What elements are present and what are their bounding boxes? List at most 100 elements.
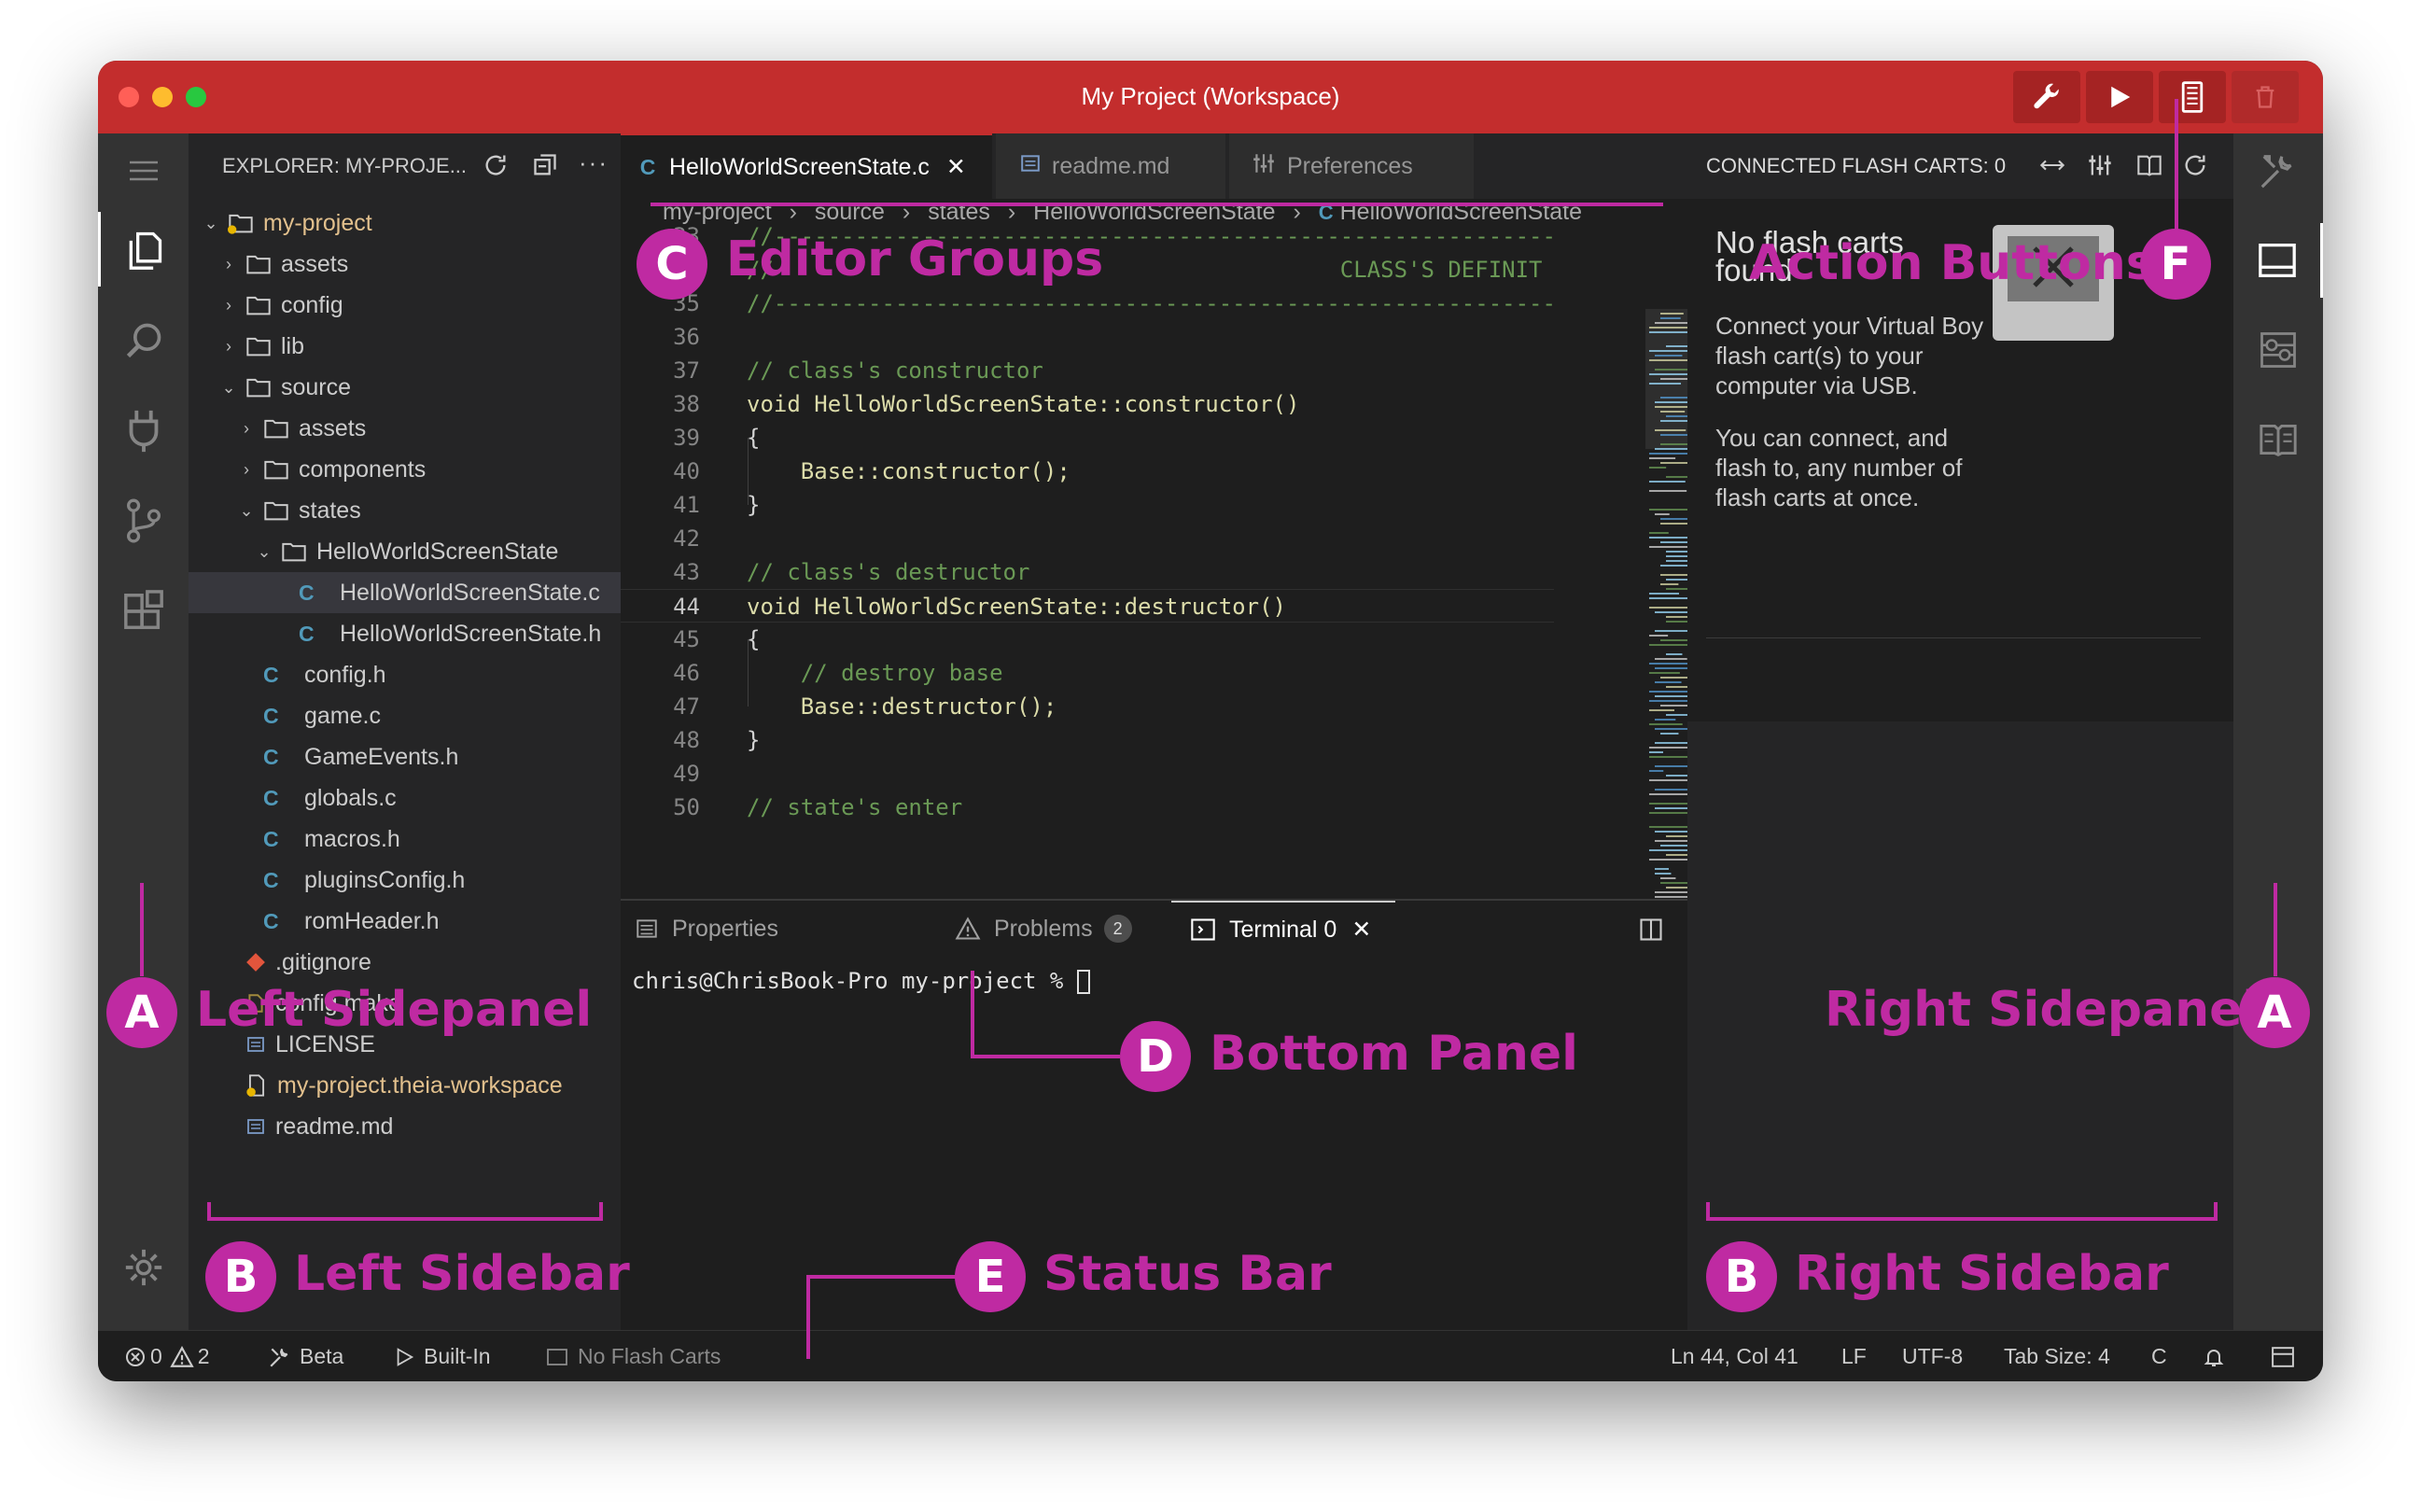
tree-item[interactable]: › assets (189, 244, 621, 285)
chevron-right-icon: › (226, 336, 231, 356)
sliders-icon[interactable] (2087, 152, 2113, 183)
tree-item[interactable]: ⌄ source (189, 367, 621, 408)
tools-icon[interactable] (2233, 133, 2323, 208)
minimap-line (1649, 672, 1680, 674)
tree-item[interactable]: .gitignore (189, 942, 621, 983)
annotation-right-sidebar: Right Sidebar (1795, 1246, 2169, 1302)
annotation-marker-e: E (955, 1241, 1026, 1312)
tree-item[interactable]: C GameEvents.h (189, 736, 621, 777)
language-status[interactable]: C (2151, 1331, 2167, 1381)
code-text: // state's enter (747, 794, 963, 820)
tree-item-label: source (281, 373, 352, 400)
cursor-position[interactable]: Ln 44, Col 41 (1671, 1331, 1798, 1381)
minimap-line (1655, 742, 1688, 744)
minimap-line (1655, 719, 1676, 721)
line-number: 47 (673, 693, 700, 720)
doc-icon (245, 1117, 266, 1136)
refresh-icon[interactable] (483, 152, 509, 184)
tree-item[interactable]: readme.md (189, 1106, 621, 1147)
line-number: 39 (673, 425, 700, 451)
tools-icon (270, 1348, 288, 1367)
explorer-icon[interactable] (98, 212, 189, 287)
tab-terminal[interactable]: Terminal 0 ✕ (1171, 901, 1395, 957)
beta-status[interactable]: Beta (268, 1331, 343, 1381)
folder-icon (245, 253, 272, 275)
search-icon[interactable] (98, 303, 189, 378)
tree-item[interactable]: Cconfig.h (189, 654, 621, 695)
clean-button[interactable] (2232, 71, 2299, 123)
code-line: 42 (621, 522, 1554, 555)
annotation-marker-b-right: B (1706, 1241, 1777, 1312)
collapse-all-icon[interactable] (532, 152, 558, 184)
minimap-line (1649, 481, 1686, 483)
line-number: 42 (673, 525, 700, 552)
right-sidepanel-pointer (2274, 883, 2277, 976)
toggle-panel-icon[interactable] (2270, 1331, 2296, 1381)
panel-icon[interactable] (2233, 223, 2323, 298)
build-button[interactable] (2013, 71, 2080, 123)
tree-item[interactable]: CromHeader.h (189, 901, 621, 942)
menu-icon[interactable] (98, 133, 189, 208)
tree-item-label: HelloWorldScreenState (316, 538, 559, 565)
close-terminal-icon[interactable]: ✕ (1351, 916, 1371, 944)
tree-item[interactable]: Cgame.c (189, 695, 621, 736)
more-actions-icon[interactable]: ··· (579, 148, 609, 177)
terminal-output[interactable]: chris@ChrisBook-Pro my-project % (632, 968, 1090, 994)
source-control-icon[interactable] (98, 483, 189, 558)
minimap-line (1649, 593, 1680, 595)
annotation-bottom-panel: Bottom Panel (1210, 1026, 1579, 1082)
tree-item-label: config (281, 291, 343, 318)
run-button[interactable] (2086, 71, 2153, 123)
book-icon[interactable] (2233, 402, 2323, 477)
annotation-action-buttons: Action Buttons (1749, 235, 2155, 291)
tree-item[interactable]: C HelloWorldScreenState.c (189, 572, 621, 613)
line-number: 49 (673, 761, 700, 787)
flash-carts-status[interactable]: No Flash Carts (546, 1331, 721, 1381)
refresh-icon[interactable] (2182, 152, 2208, 183)
swap-icon[interactable] (2038, 152, 2066, 183)
tree-item[interactable]: ⌄ my-project (189, 203, 621, 244)
emulator-icon[interactable] (2233, 313, 2323, 387)
tree-item[interactable]: › assets (189, 408, 621, 449)
problems-status[interactable]: 0 2 (124, 1331, 210, 1381)
tab-problems[interactable]: Problems 2 (955, 901, 1132, 957)
tree-item[interactable]: › lib (189, 326, 621, 367)
flash-cart-icon (2181, 81, 2204, 113)
flash-button[interactable] (2159, 71, 2226, 123)
tree-item-label: .gitignore (275, 948, 371, 975)
split-panel-icon[interactable] (1638, 917, 1664, 947)
line-number: 43 (673, 559, 700, 585)
code-line: 49 (621, 757, 1554, 791)
tab-properties[interactable]: Properties (635, 901, 778, 957)
error-icon (126, 1347, 145, 1366)
minimap-line (1655, 840, 1689, 842)
minimap-line (1649, 467, 1667, 469)
line-number: 50 (673, 794, 700, 820)
chevron-right-icon: › (244, 418, 249, 438)
tree-item[interactable]: › config (189, 285, 621, 326)
plug-icon[interactable] (98, 393, 189, 468)
settings-icon[interactable] (98, 1230, 189, 1305)
tree-item[interactable]: Cmacros.h (189, 819, 621, 860)
emulator-status[interactable]: Built-In (394, 1331, 491, 1381)
minimap-line (1649, 532, 1669, 534)
annotation-left-sidebar: Left Sidebar (294, 1246, 630, 1302)
encoding-status[interactable]: UTF-8 (1902, 1331, 1963, 1381)
terminal-cursor (1076, 970, 1090, 994)
tree-item[interactable]: ⌄ states (189, 490, 621, 531)
tab-size-status[interactable]: Tab Size: 4 (2004, 1331, 2110, 1381)
book-icon[interactable] (2135, 152, 2163, 183)
tree-item[interactable]: › components (189, 449, 621, 490)
tree-item[interactable]: ⌄ HelloWorldScreenState (189, 531, 621, 572)
annotation-marker-d: D (1120, 1021, 1191, 1092)
wrench-icon (2034, 83, 2059, 109)
tree-item[interactable]: Cglobals.c (189, 777, 621, 819)
tree-item[interactable]: C HelloWorldScreenState.h (189, 613, 621, 654)
extensions-icon[interactable] (98, 574, 189, 649)
tree-item[interactable]: CpluginsConfig.h (189, 860, 621, 901)
c-file-icon: C (263, 703, 279, 728)
tree-item[interactable]: my-project.theia-workspace (189, 1065, 621, 1106)
bell-icon[interactable] (2203, 1331, 2225, 1381)
eol-status[interactable]: LF (1841, 1331, 1867, 1381)
code-line: 47 Base::destructor(); (621, 690, 1554, 723)
